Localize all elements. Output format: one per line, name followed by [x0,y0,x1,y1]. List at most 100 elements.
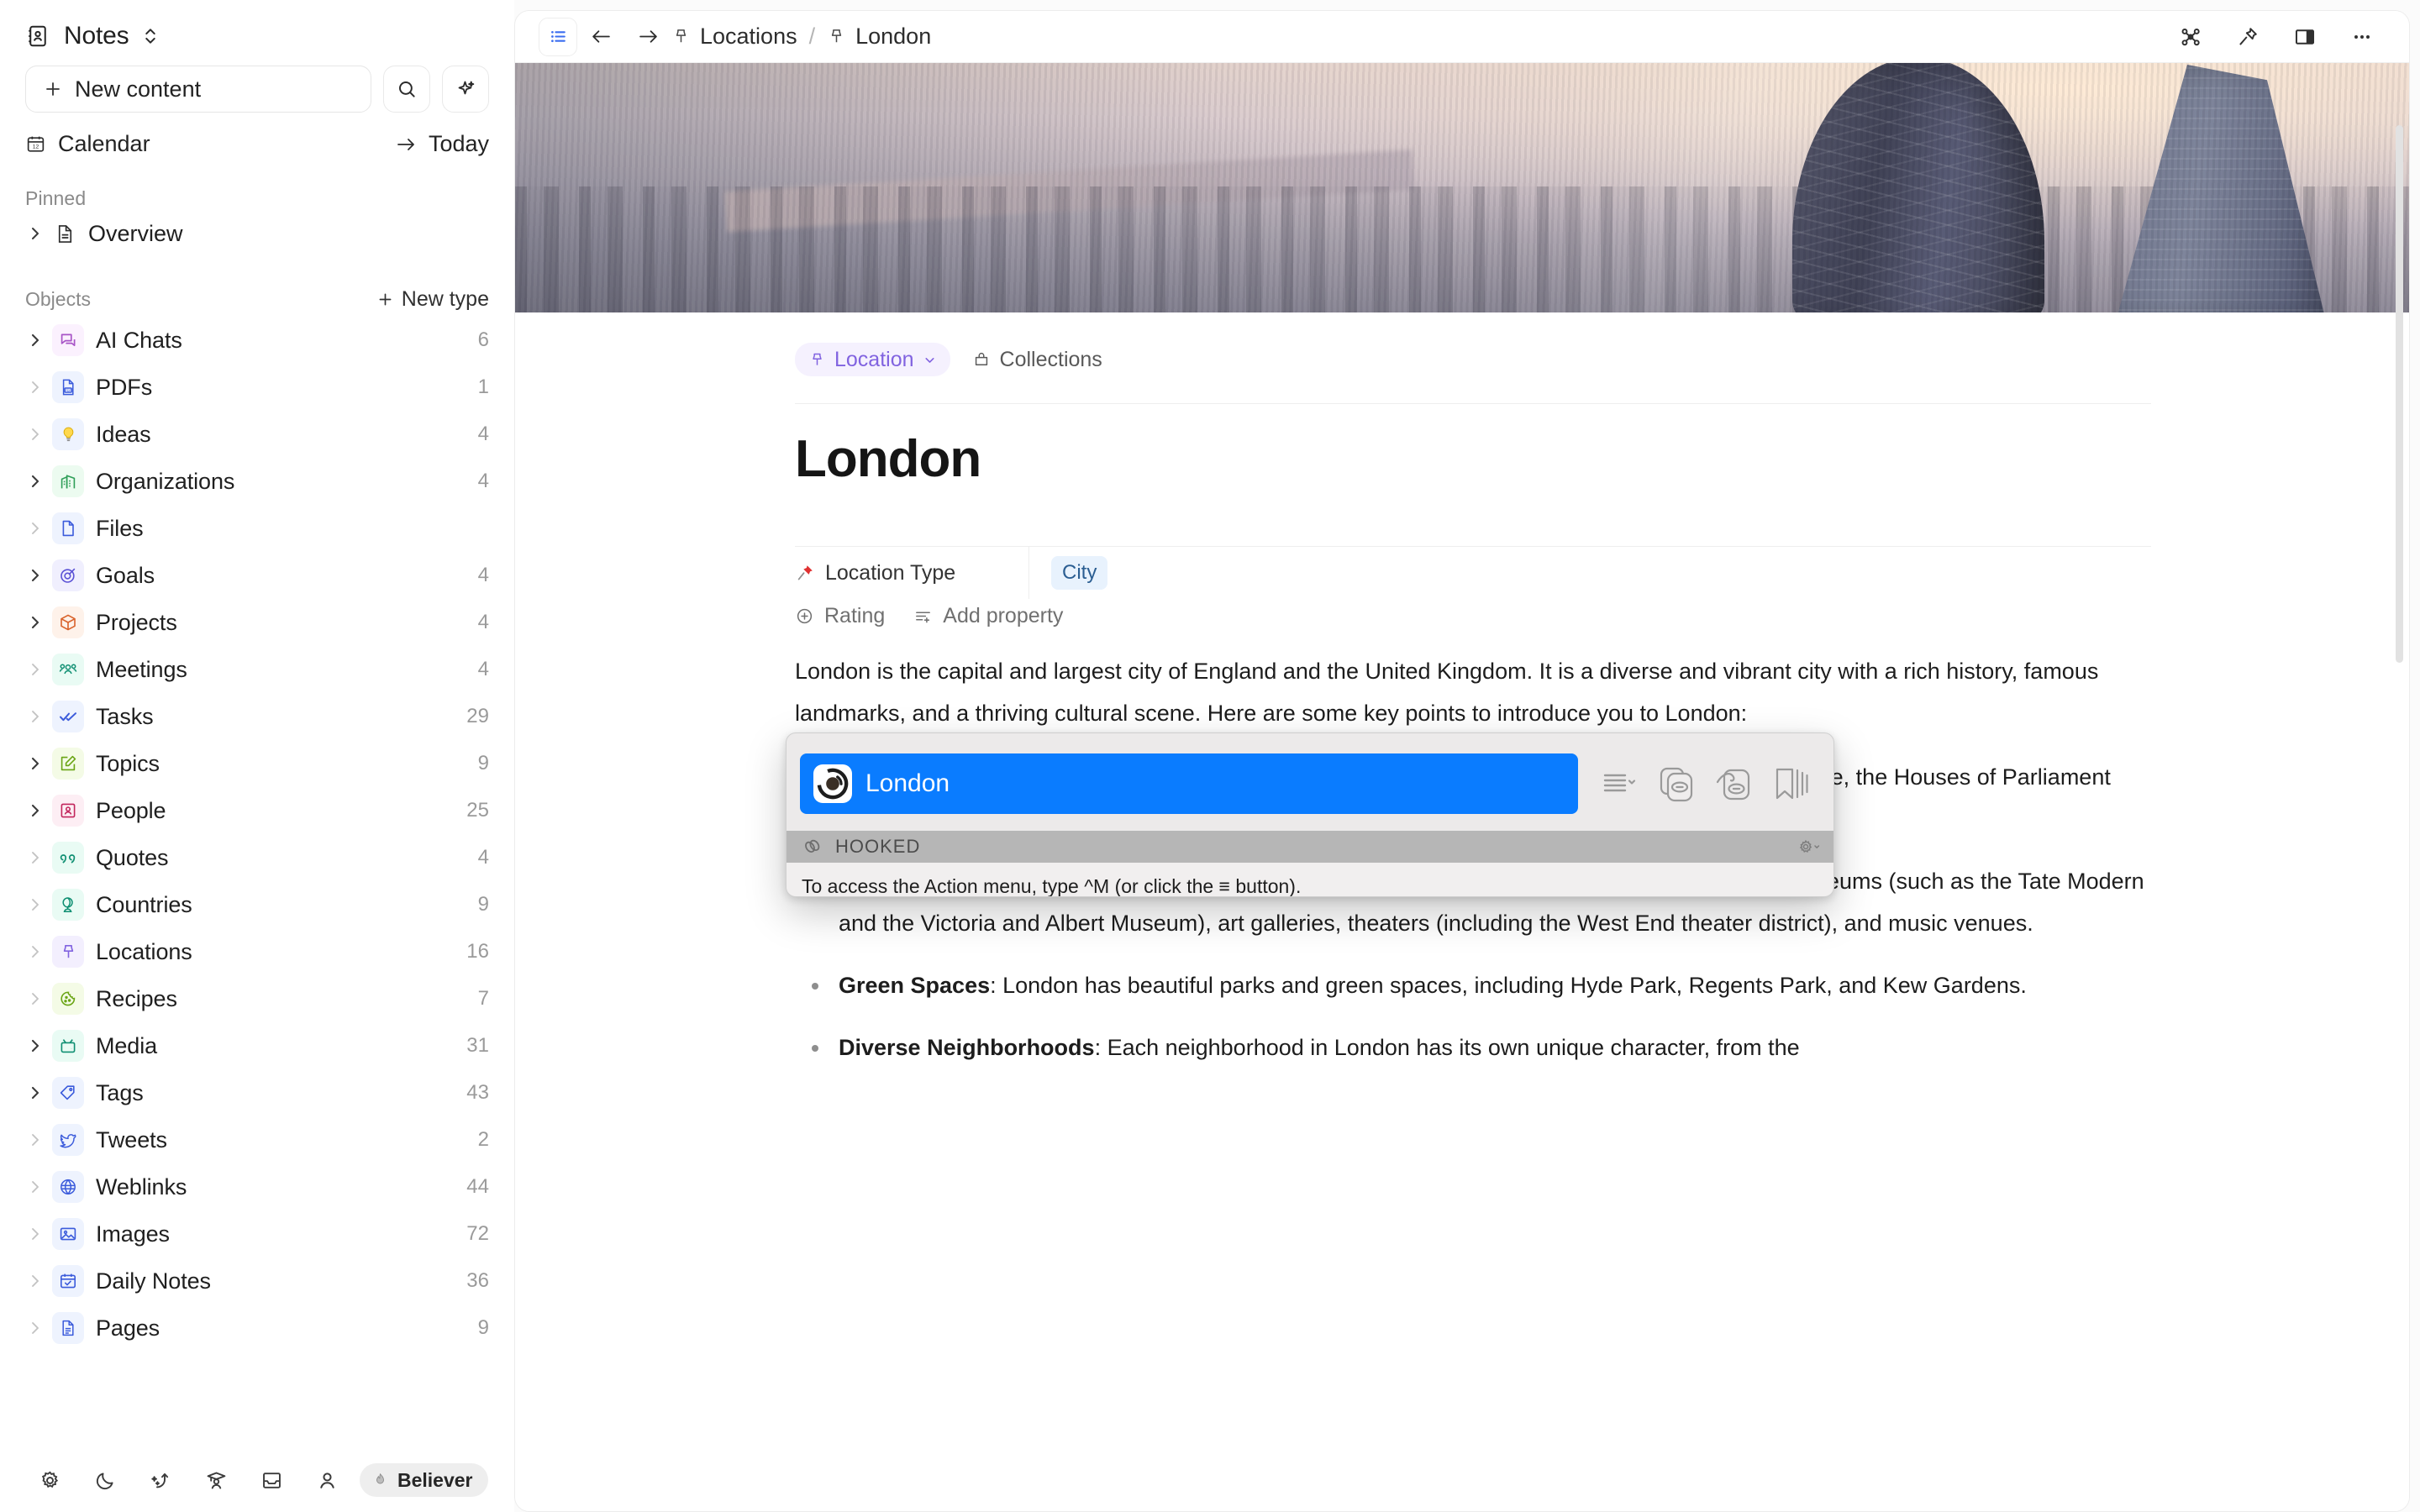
split-view-icon[interactable] [2276,18,2333,56]
chevron-right-icon[interactable] [22,661,49,678]
sidebar-item-organizations[interactable]: Organizations 4 [0,458,514,505]
gear-icon[interactable] [22,1458,77,1502]
sidebar-toggle-button[interactable] [539,17,577,56]
chevron-right-icon[interactable] [22,1179,49,1195]
gear-icon[interactable] [1797,837,1822,857]
sidebar-item-quotes[interactable]: Quotes 4 [0,834,514,881]
sidebar-item-locations[interactable]: Locations 16 [0,928,514,975]
collections-button[interactable]: Collections [972,348,1102,372]
sidebar-item-count: 44 [466,1175,489,1198]
breadcrumb-london[interactable]: London [827,24,931,50]
sidebar-item-pages[interactable]: Pages 9 [0,1305,514,1352]
sidebar-item-count: 72 [466,1222,489,1245]
sidebar-item-countries[interactable]: Countries 9 [0,881,514,928]
shooting-star-icon[interactable] [133,1458,188,1502]
chevron-right-icon[interactable] [22,473,49,490]
ai-assistant-button[interactable] [442,66,489,113]
hook-popup-window[interactable]: London HOOKED To access the Action menu,… [786,732,1834,897]
calendar-link[interactable]: 12 Calendar [25,131,150,157]
sidebar-item-tags[interactable]: Tags 43 [0,1069,514,1116]
chevron-right-icon[interactable] [22,1084,49,1101]
sidebar-item-pdfs[interactable]: PDF PDFs 1 [0,364,514,411]
sidebar-item-media[interactable]: Media 31 [0,1022,514,1069]
chevron-right-icon[interactable] [22,896,49,913]
sidebar-item-recipes[interactable]: Recipes 7 [0,975,514,1022]
sidebar-item-label: Tasks [96,703,154,729]
chevron-right-icon[interactable] [22,225,49,242]
space-header[interactable]: Notes [0,0,514,59]
sidebar-item-ai-chats[interactable]: AI Chats 6 [0,317,514,364]
chevron-right-icon[interactable] [22,708,49,725]
hook-selected-item[interactable]: London [800,753,1578,814]
sidebar-item-goals[interactable]: Goals 4 [0,552,514,599]
sidebar-item-weblinks[interactable]: Weblinks 44 [0,1163,514,1210]
breadcrumb-locations[interactable]: Locations [671,24,797,50]
moon-icon[interactable] [77,1458,133,1502]
inbox-icon[interactable] [244,1458,299,1502]
people-group-icon [52,654,84,685]
chevron-right-icon[interactable] [22,567,49,584]
forward-button[interactable] [624,18,671,56]
copy-link-icon[interactable] [1650,758,1702,810]
sidebar-item-tasks[interactable]: Tasks 29 [0,693,514,740]
chevron-right-icon[interactable] [22,1320,49,1336]
back-button[interactable] [577,18,624,56]
action-menu-icon[interactable] [1593,758,1645,810]
collections-label: Collections [999,347,1102,371]
anytype-icon [813,764,852,803]
hook-section-label: HOOKED [835,836,921,857]
hook-toolbar [1578,758,1820,810]
chevron-right-icon[interactable] [22,755,49,772]
property-value[interactable]: City [1028,547,1108,599]
page-title[interactable]: London [795,404,2151,489]
sidebar-item-meetings[interactable]: Meetings 4 [0,646,514,693]
chevron-right-icon[interactable] [22,1273,49,1289]
bookmark-icon[interactable] [1765,758,1817,810]
chevron-right-icon[interactable] [22,379,49,396]
search-button[interactable] [383,66,430,113]
pinned-item-label: Overview [88,220,183,246]
sidebar-item-count: 16 [466,940,489,963]
vertical-scrollbar[interactable] [2396,125,2403,663]
sidebar-item-daily-notes[interactable]: Daily Notes 36 [0,1257,514,1305]
sidebar-item-images[interactable]: Images 72 [0,1210,514,1257]
chevron-right-icon[interactable] [22,1037,49,1054]
chevron-right-icon[interactable] [22,943,49,960]
graduation-cap-icon[interactable] [188,1458,244,1502]
add-rating-button[interactable]: Rating [795,604,885,628]
chevron-right-icon[interactable] [22,849,49,866]
graph-icon[interactable] [2162,18,2219,56]
calendar-label: Calendar [58,131,150,156]
sidebar-item-projects[interactable]: Projects 4 [0,599,514,646]
membership-badge[interactable]: Believer [360,1463,488,1497]
more-icon[interactable] [2333,18,2391,56]
sidebar-item-files[interactable]: Files [0,505,514,552]
sidebar-item-topics[interactable]: Topics 9 [0,740,514,787]
hook-to-copied-link-icon[interactable] [1707,758,1760,810]
sidebar-item-people[interactable]: People 25 [0,787,514,834]
pinned-section-label: Pinned [25,187,87,209]
chevron-right-icon[interactable] [22,1131,49,1148]
pin-icon[interactable] [2219,18,2276,56]
sidebar-item-ideas[interactable]: Ideas 4 [0,411,514,458]
chevron-right-icon[interactable] [22,802,49,819]
account-icon[interactable] [299,1458,355,1502]
object-type-chip[interactable]: Location [795,343,950,376]
new-content-button[interactable]: New content [25,66,371,113]
chevron-right-icon[interactable] [22,1226,49,1242]
sidebar-item-tweets[interactable]: Tweets 2 [0,1116,514,1163]
add-property-button[interactable]: Add property [913,604,1063,628]
sidebar-item-overview[interactable]: Overview [0,210,514,257]
chevron-right-icon[interactable] [22,520,49,537]
chevron-updown-icon[interactable] [142,25,159,47]
sidebar-item-label: Recipes [96,985,177,1011]
chevron-right-icon[interactable] [22,990,49,1007]
property-row-location-type[interactable]: Location Type City [795,547,2151,599]
chevron-right-icon[interactable] [22,426,49,443]
today-link[interactable]: Today [396,131,489,157]
chevron-right-icon[interactable] [22,614,49,631]
chevron-right-icon[interactable] [22,332,49,349]
list-item-term: Green Spaces [839,973,991,998]
sparkle-icon [455,78,476,100]
new-type-button[interactable]: New type [376,287,489,312]
